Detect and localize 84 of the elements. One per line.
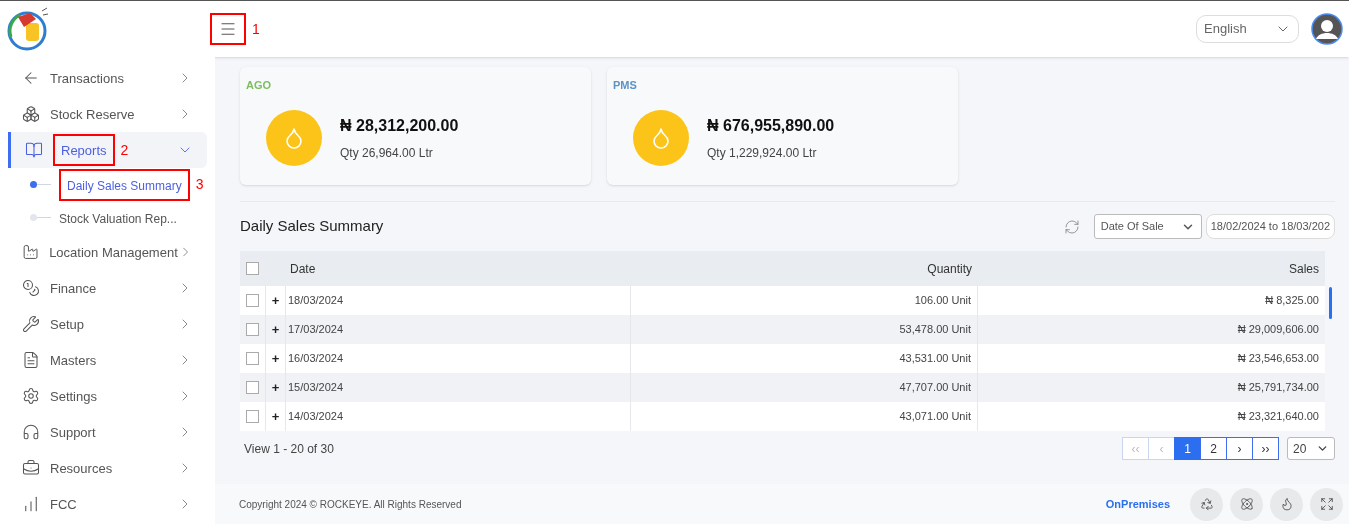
submenu-item[interactable]: Daily Sales Summary <box>67 178 182 193</box>
expand-button[interactable] <box>1310 487 1343 521</box>
bar-chart-icon <box>22 495 40 513</box>
refresh-icon[interactable] <box>1063 218 1080 235</box>
table-cell-text: ₦ 25,791,734.00 <box>1236 380 1320 396</box>
checkbox[interactable] <box>246 410 259 423</box>
view-info: View 1 - 20 of 30 <box>244 440 334 458</box>
atom-button[interactable] <box>1230 487 1263 521</box>
table-cell: 43,071.00 Unit <box>631 402 978 431</box>
recycle-icon <box>1199 497 1214 511</box>
product-code: PMS <box>613 78 638 93</box>
coins-icon <box>22 279 40 297</box>
sidebar-item[interactable]: FCC <box>8 486 207 522</box>
checkbox[interactable] <box>246 323 259 336</box>
sidebar-item[interactable]: Location Management <box>8 234 207 270</box>
amount-value: ₦ 676,955,890.00 <box>707 115 835 136</box>
recycle-button[interactable] <box>1190 487 1223 521</box>
filter-select[interactable]: Date Of Sale <box>1093 214 1202 239</box>
page-button[interactable]: 2 <box>1200 437 1227 460</box>
expand-icon <box>1319 497 1334 511</box>
page-size-select[interactable]: 20 <box>1287 437 1335 460</box>
page-button[interactable]: ›› <box>1252 437 1279 460</box>
table-cell-text: ₦ 29,009,606.00 <box>1236 322 1320 338</box>
page-button[interactable]: 1 <box>1174 437 1201 460</box>
column-header[interactable]: Sales <box>978 259 1325 278</box>
quantity-text: Qty 26,964.00 Ltr <box>340 144 434 162</box>
date-range-field[interactable]: 18/02/2024 to 18/03/202 <box>1205 214 1335 239</box>
section-title: Daily Sales Summary <box>240 216 384 237</box>
settings-icon <box>22 387 40 405</box>
checkbox[interactable] <box>246 294 259 307</box>
headset-icon <box>22 423 40 441</box>
mode-label: OnPremises <box>1105 496 1170 512</box>
sidebar-label: Support <box>50 425 96 440</box>
checkbox[interactable] <box>246 262 259 275</box>
avatar-icon[interactable] <box>1311 13 1343 45</box>
document-icon <box>22 351 40 369</box>
menu-icon <box>219 20 237 38</box>
quantity-text: Qty 1,229,924.00 Ltr <box>707 144 818 162</box>
sidebar-item[interactable]: Finance <box>8 270 207 306</box>
briefcase-icon <box>22 459 40 477</box>
logo-icon <box>6 7 50 51</box>
atom-icon <box>1239 497 1254 511</box>
boxes-icon <box>22 105 40 123</box>
sidebar-label: Transactions <box>50 71 124 86</box>
table-cell: 14/03/2024 <box>286 402 631 431</box>
sidebar-label: Location Management <box>49 245 178 260</box>
page-button[interactable]: › <box>1226 437 1253 460</box>
sidebar-label: Finance <box>50 281 97 296</box>
book-icon <box>25 141 43 159</box>
copyright-text: Copyright 2024 © ROCKEYE. All Rights Reserved <box>239 497 462 512</box>
sidebar-label: Resources <box>50 461 113 476</box>
sidebar-item[interactable]: Settings <box>8 378 207 414</box>
language-select[interactable]: English <box>1196 15 1299 43</box>
annotation-number: 3 <box>195 175 204 194</box>
expand-toggle[interactable]: + <box>265 402 286 431</box>
flame-icon <box>1279 497 1294 511</box>
sidebar-label: Settings <box>50 389 97 404</box>
sidebar-item[interactable]: Reports 2 <box>8 132 207 168</box>
sidebar-item[interactable]: Resources <box>8 450 207 486</box>
sidebar-item[interactable]: Masters <box>8 342 207 378</box>
column-header[interactable]: Quantity <box>631 259 978 278</box>
table-cell-text: ₦ 8,325.00 <box>1264 293 1320 309</box>
flame-button[interactable] <box>1270 487 1303 521</box>
sidebar-label: Stock Reserve <box>50 107 135 122</box>
sidebar-label: Reports <box>61 143 107 158</box>
submenu-item[interactable]: Stock Valuation Rep... <box>59 211 177 226</box>
amount-value: ₦ 28,312,200.00 <box>340 115 459 136</box>
annotation-number: 1 <box>252 19 260 39</box>
sidebar-item[interactable]: Transactions <box>8 60 207 96</box>
tools-icon <box>22 315 40 333</box>
sidebar-label: FCC <box>50 497 77 512</box>
checkbox[interactable] <box>246 352 259 365</box>
column-header[interactable]: Date <box>286 259 631 278</box>
sidebar-item[interactable]: Support <box>8 414 207 450</box>
sidebar-item[interactable]: Stock Reserve <box>8 96 207 132</box>
table-cell-text: ₦ 23,546,653.00 <box>1236 351 1320 367</box>
table-cell-text: ₦ 23,321,640.00 <box>1236 409 1320 425</box>
annotation-number: 2 <box>120 140 129 160</box>
product-code: AGO <box>246 78 273 93</box>
sidebar-item[interactable]: Setup <box>8 306 207 342</box>
sidebar-label: Masters <box>50 353 97 368</box>
checkbox[interactable] <box>246 381 259 394</box>
sidebar-label: Setup <box>50 317 84 332</box>
factory-icon <box>22 243 40 261</box>
